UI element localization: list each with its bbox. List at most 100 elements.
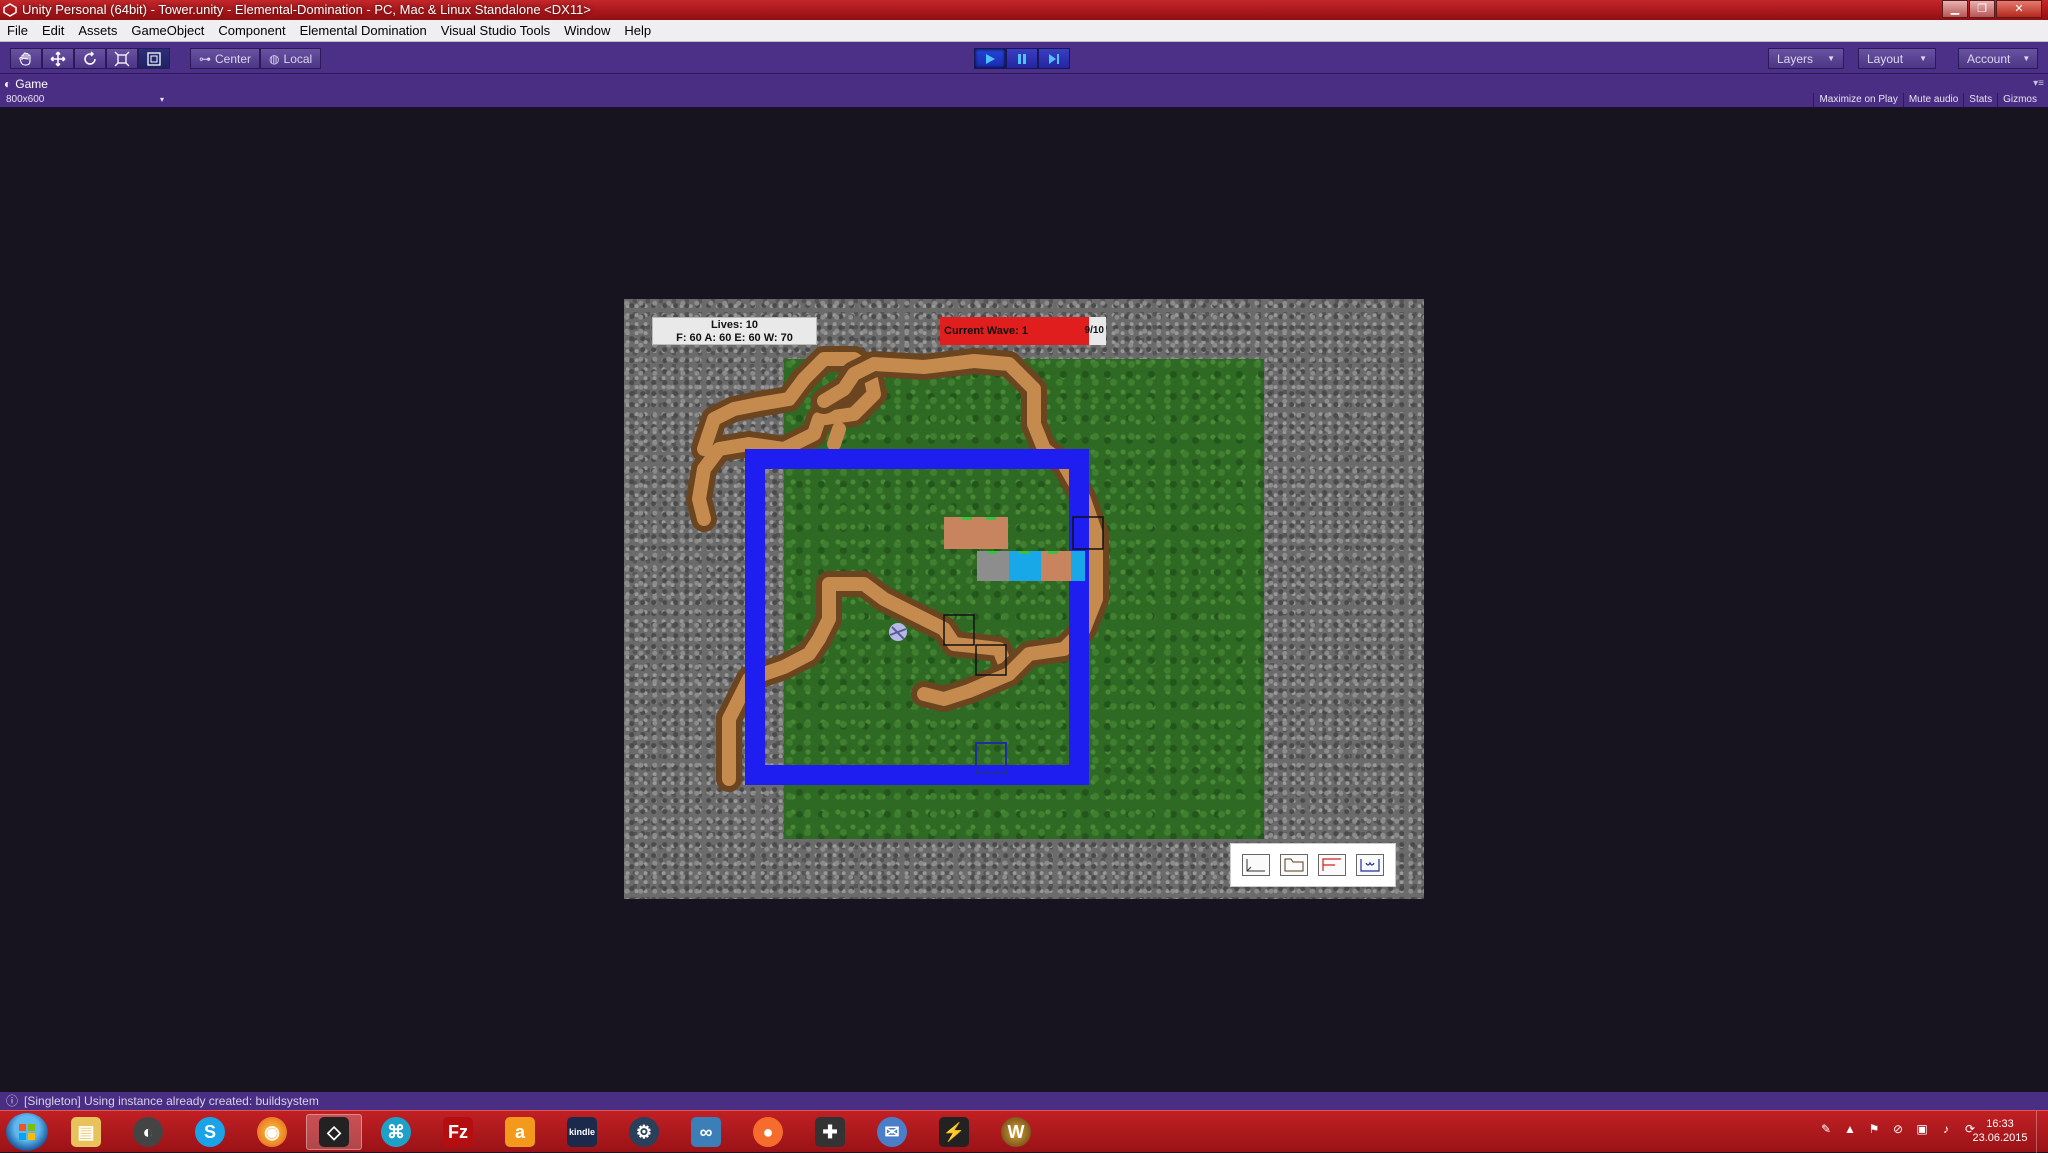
tower-blueprint-icon (1322, 858, 1341, 871)
tower-earth-1[interactable] (944, 517, 1008, 549)
console-status-bar[interactable]: ⓘ [Singleton] Using instance already cre… (0, 1092, 2048, 1110)
account-dropdown[interactable]: Account ▼ (1958, 48, 2038, 69)
taskbar-thunderbird[interactable]: ✉ (864, 1114, 920, 1150)
panel-menu-icon[interactable]: ▾≡ (2033, 78, 2044, 89)
clock-date: 23.06.2015 (1972, 1132, 2028, 1144)
step-button[interactable] (1038, 48, 1070, 69)
start-button[interactable] (6, 1113, 48, 1151)
game-viewport: Lives: 10 F: 60 A: 60 E: 60 W: 70 Curren… (0, 108, 2048, 1092)
step-icon (1049, 53, 1059, 64)
rect-tool-button[interactable] (138, 48, 170, 69)
pivot-center-button[interactable]: ⊶ Center (190, 48, 261, 69)
menu-file[interactable]: File (0, 20, 35, 42)
taskbar-sourcetree[interactable]: ⌘ (368, 1114, 424, 1150)
taskbar-firefox[interactable]: ◉ (244, 1114, 300, 1150)
game-tab-icon: ◐ (4, 77, 12, 91)
scale-icon (114, 51, 130, 66)
game-map-overlay (686, 346, 1109, 792)
game-tab[interactable]: ◐ Game (4, 76, 48, 92)
tower-health-bar (988, 551, 998, 554)
chevron-down-icon: ▼ (1827, 54, 1835, 63)
rotate-tool-button[interactable] (74, 48, 106, 69)
pause-button[interactable] (1006, 48, 1038, 69)
antivirus-icon[interactable]: ⊘ (1890, 1121, 1906, 1137)
pause-icon (1018, 53, 1026, 64)
move-arrows-icon (50, 51, 66, 66)
status-message: [Singleton] Using instance already creat… (24, 1094, 319, 1108)
taskbar-amazon[interactable]: a (492, 1114, 548, 1150)
tower-earth-2[interactable] (1041, 551, 1071, 581)
tower-water-2[interactable] (1071, 551, 1085, 581)
stats-toggle[interactable]: Stats (1963, 93, 1997, 107)
close-button[interactable]: ✕ (1996, 0, 2042, 18)
layout-dropdown[interactable]: Layout ▼ (1858, 48, 1936, 69)
taskbar-steam[interactable]: ⚙ (616, 1114, 672, 1150)
maximize-on-play-toggle[interactable]: Maximize on Play (1813, 93, 1902, 107)
menu-gameobject[interactable]: GameObject (124, 20, 211, 42)
build-fire-red-tower-button[interactable] (1318, 854, 1346, 876)
menu-elemental-domination[interactable]: Elemental Domination (293, 20, 434, 42)
amazon-icon: a (505, 1117, 535, 1147)
lives-resources-panel: Lives: 10 F: 60 A: 60 E: 60 W: 70 (652, 317, 817, 345)
gamepad-icon: ✚ (815, 1117, 845, 1147)
wave-progress-bar: Current Wave: 1 9/10 (940, 317, 1106, 345)
minimize-button[interactable]: ▁ (1942, 0, 1968, 18)
menu-visual-studio-tools[interactable]: Visual Studio Tools (434, 20, 557, 42)
origin-icon: ● (753, 1117, 783, 1147)
move-tool-button[interactable] (42, 48, 74, 69)
show-desktop-button[interactable] (2036, 1111, 2048, 1153)
game-options: Maximize on Play Mute audio Stats Gizmos (1813, 93, 2042, 107)
tower-health-bar (986, 517, 996, 520)
build-menu (1230, 843, 1396, 887)
hand-icon (19, 51, 31, 66)
menu-assets[interactable]: Assets (71, 20, 124, 42)
windows-logo-icon (19, 1124, 35, 1140)
taskbar-filezilla[interactable]: Fz (430, 1114, 486, 1150)
system-tray: ✎ ▲ ⚑ ⊘ ▣ ♪ ⟳ (1818, 1121, 1978, 1137)
wave-label: Current Wave: 1 (944, 325, 1028, 337)
flag-icon[interactable]: ⚑ (1866, 1121, 1882, 1137)
tray-expand-icon[interactable]: ▲ (1842, 1121, 1858, 1137)
taskbar-visual-studio[interactable]: ∞ (678, 1114, 734, 1150)
taskbar-winamp[interactable]: ⚡ (926, 1114, 982, 1150)
hand-tool-button[interactable] (10, 48, 42, 69)
window-title: Unity Personal (64bit) - Tower.unity - E… (22, 2, 591, 17)
taskbar-skype[interactable]: S (182, 1114, 238, 1150)
game-panel-header: ◐ Game ▾≡ 800x600 ▾ Maximize on Play Mut… (0, 74, 2048, 108)
volume-icon[interactable]: ♪ (1938, 1121, 1954, 1137)
rotate-icon (84, 50, 96, 65)
menu-help[interactable]: Help (617, 20, 658, 42)
network-icon[interactable]: ▣ (1914, 1121, 1930, 1137)
game-canvas[interactable]: Lives: 10 F: 60 A: 60 E: 60 W: 70 Curren… (624, 299, 1424, 899)
tower-air[interactable] (977, 551, 1009, 581)
menu-component[interactable]: Component (211, 20, 292, 42)
build-earth-tower-button[interactable] (1280, 854, 1308, 876)
build-water-tower-button[interactable] (1356, 854, 1384, 876)
menu-edit[interactable]: Edit (35, 20, 71, 42)
taskbar-origin[interactable]: ● (740, 1114, 796, 1150)
rect-tool-icon (147, 51, 161, 66)
system-clock[interactable]: 16:33 23.06.2015 (1970, 1117, 2030, 1145)
play-button[interactable] (974, 48, 1006, 69)
layers-dropdown[interactable]: Layers ▼ (1768, 48, 1844, 69)
taskbar-warcraft[interactable]: W (988, 1114, 1044, 1150)
taskbar-explorer[interactable]: ▤ (58, 1114, 114, 1150)
enemy-unit[interactable] (889, 623, 907, 641)
taskbar-unity[interactable]: ◇ (306, 1114, 362, 1150)
gizmos-dropdown[interactable]: Gizmos (1997, 93, 2042, 107)
taskbar-app-2[interactable]: ◐ (120, 1114, 176, 1150)
wave-count: 9/10 (1084, 325, 1104, 336)
tower-blueprint-icon (1284, 858, 1304, 872)
taskbar-gamepad[interactable]: ✚ (802, 1114, 858, 1150)
taskbar-kindle[interactable]: kindle (554, 1114, 610, 1150)
folder-icon: ▤ (71, 1117, 101, 1147)
menu-window[interactable]: Window (557, 20, 617, 42)
scale-tool-button[interactable] (106, 48, 138, 69)
maximize-button[interactable]: ❐ (1969, 0, 1995, 18)
resolution-dropdown[interactable]: 800x600 ▾ (6, 93, 166, 107)
mute-audio-toggle[interactable]: Mute audio (1902, 93, 1963, 107)
pivot-local-button[interactable]: ◍ Local (260, 48, 322, 69)
tower-water-1[interactable] (1009, 551, 1041, 581)
pen-tablet-icon[interactable]: ✎ (1818, 1121, 1834, 1137)
build-fire-tower-button[interactable] (1242, 854, 1270, 876)
